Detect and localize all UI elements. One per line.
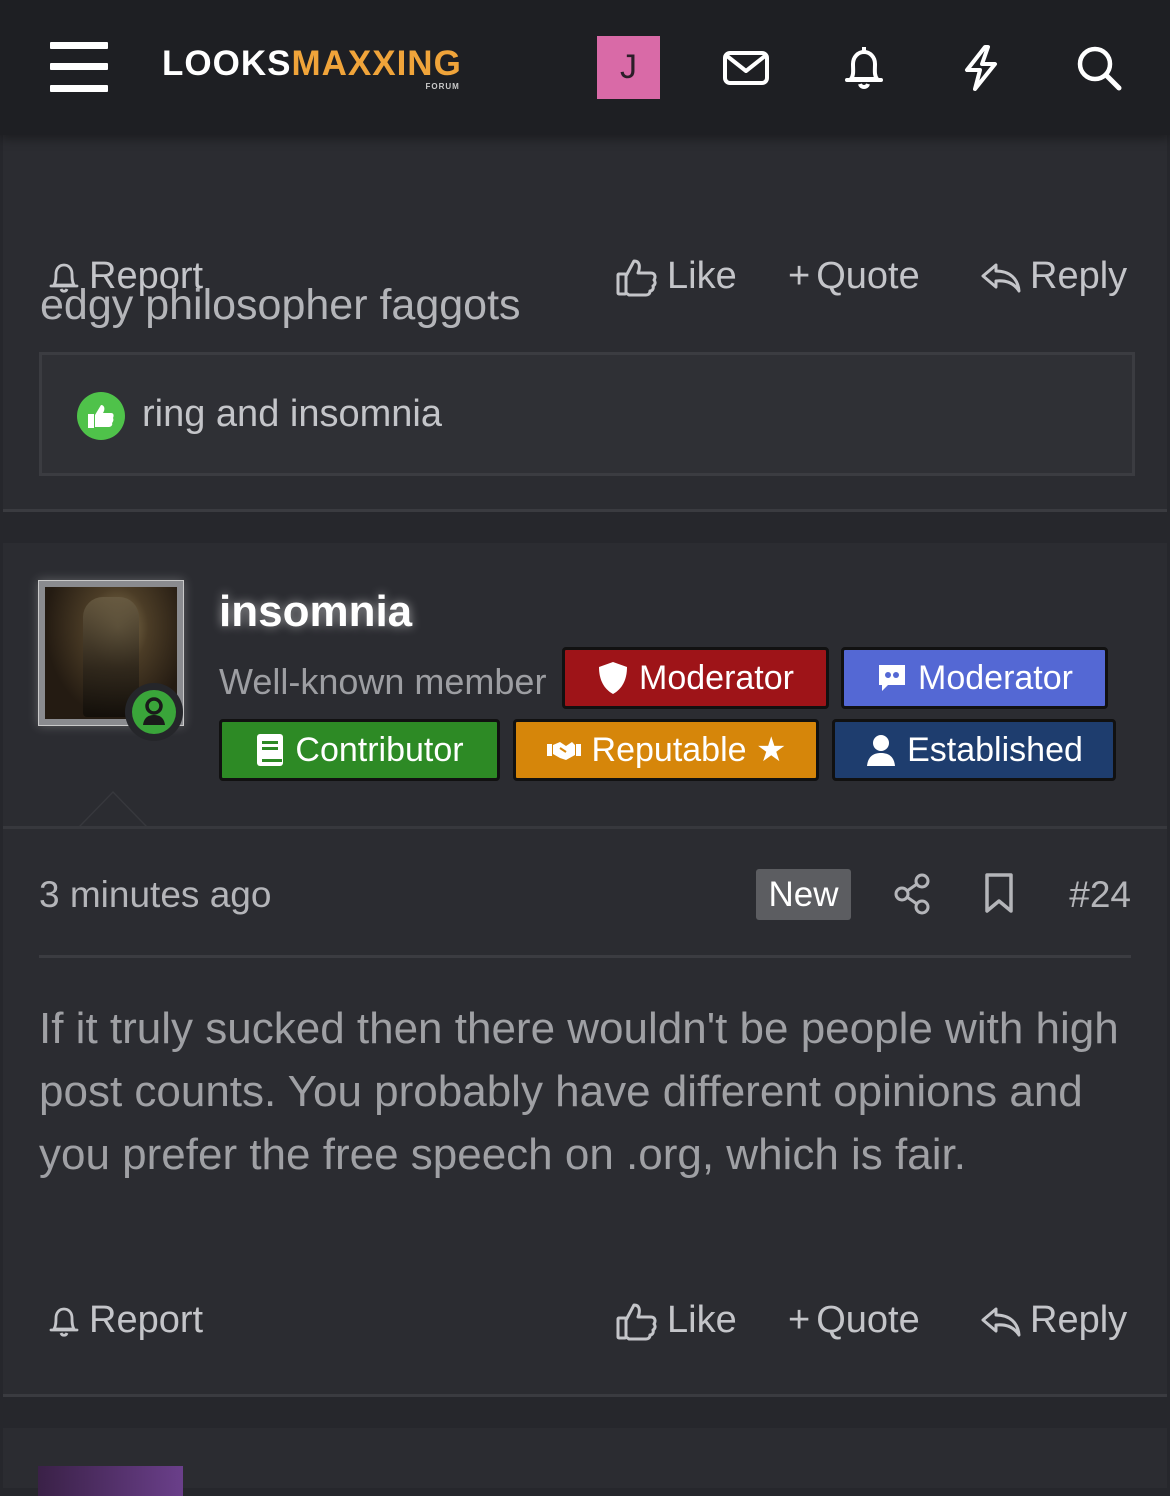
top-bar: LOOKSMAXXING FORUM J <box>0 0 1170 135</box>
like-button[interactable]: Like <box>615 255 737 298</box>
badge-label: Contributor <box>295 730 464 769</box>
thumbs-up-icon <box>616 1303 657 1340</box>
quote-button[interactable]: + Quote <box>788 255 920 298</box>
quote-label: Quote <box>816 255 920 297</box>
new-badge: New <box>756 869 851 920</box>
like-label: Like <box>667 1299 737 1341</box>
quote-label: Quote <box>816 1299 920 1341</box>
logo-text-main: LOOKS <box>162 44 292 83</box>
lightning-icon[interactable] <box>955 42 1007 94</box>
reply-button[interactable]: Reply <box>980 1299 1127 1342</box>
like-label: Like <box>667 255 737 297</box>
badge-label: Reputable ★ <box>591 731 787 769</box>
mail-icon[interactable] <box>720 42 772 94</box>
user-title: Well-known member <box>219 661 547 702</box>
report-button[interactable]: Report <box>47 255 203 298</box>
book-icon <box>257 734 284 766</box>
quote-button[interactable]: + Quote <box>788 1299 920 1342</box>
post-actions: Report Like + Quote Reply <box>3 255 1167 305</box>
badge-established: Established <box>832 719 1116 781</box>
account-avatar[interactable]: J <box>597 36 660 99</box>
reaction-users[interactable]: ring and insomnia <box>142 393 442 436</box>
badge-discord-moderator: Moderator <box>841 647 1108 709</box>
bell-icon[interactable] <box>838 42 890 94</box>
badge-contributor: Contributor <box>219 719 500 781</box>
post-author: insomnia Well-known member Moderator Mod… <box>3 543 1167 826</box>
avatar[interactable] <box>38 1466 183 1496</box>
reply-label: Reply <box>1030 255 1128 297</box>
share-icon[interactable] <box>890 871 936 922</box>
reactions-bar[interactable]: ring and insomnia <box>39 352 1135 476</box>
plus-icon: + <box>788 1299 811 1341</box>
divider <box>39 955 1131 958</box>
user-online-icon <box>132 690 176 734</box>
badge-moderator: Moderator <box>562 647 829 709</box>
logo-subtitle: FORUM <box>425 82 460 91</box>
badge-reputable: Reputable ★ <box>513 719 819 781</box>
site-logo[interactable]: LOOKSMAXXING FORUM <box>162 44 462 94</box>
reply-icon <box>981 263 1021 292</box>
badge-label: Established <box>907 730 1083 769</box>
previous-post: edgy philosopher faggots Report Like + Q… <box>3 135 1167 509</box>
plus-icon: + <box>788 255 811 297</box>
like-button[interactable]: Like <box>615 1299 737 1342</box>
next-post <box>3 1428 1167 1496</box>
bookmark-icon[interactable] <box>979 871 1019 922</box>
bell-icon <box>49 1307 79 1337</box>
divider <box>3 509 1167 512</box>
user-icon <box>867 735 896 766</box>
online-status <box>125 683 183 741</box>
bell-icon <box>49 263 79 293</box>
badge-label: Moderator <box>639 658 794 697</box>
report-label: Report <box>89 1299 204 1341</box>
thumbs-up-icon <box>616 259 657 296</box>
search-icon[interactable] <box>1073 42 1125 94</box>
post: 3 minutes ago New #24 If it truly sucked… <box>3 826 1167 1394</box>
arrow-decoration <box>81 793 145 826</box>
divider <box>3 1394 1167 1397</box>
report-label: Report <box>89 255 204 297</box>
badge-label: Moderator <box>918 658 1073 697</box>
reply-icon <box>981 1307 1021 1336</box>
post-actions: Report Like + Quote Reply <box>3 1299 1167 1349</box>
reply-label: Reply <box>1030 1299 1128 1341</box>
shield-icon <box>599 662 628 694</box>
handshake-icon <box>546 742 581 760</box>
post-timestamp[interactable]: 3 minutes ago <box>39 874 271 916</box>
like-reaction-icon <box>77 392 125 440</box>
reply-button[interactable]: Reply <box>980 255 1127 298</box>
post-number[interactable]: #24 <box>1069 874 1131 916</box>
username[interactable]: insomnia <box>219 587 412 637</box>
post-body: If it truly sucked then there wouldn't b… <box>39 1004 1119 1179</box>
logo-text-accent: MAXXING <box>291 44 462 83</box>
menu-icon[interactable] <box>50 42 108 92</box>
report-button[interactable]: Report <box>47 1299 203 1342</box>
discord-icon <box>879 665 906 691</box>
